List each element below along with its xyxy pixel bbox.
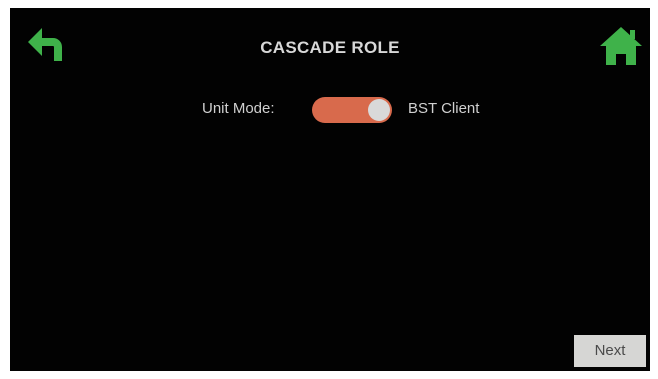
- home-button[interactable]: [598, 25, 644, 67]
- unit-mode-label: Unit Mode:: [202, 100, 275, 117]
- device-frame: CASCADE ROLE Unit Mode: BST Client Next: [0, 0, 658, 379]
- screen: CASCADE ROLE Unit Mode: BST Client Next: [10, 8, 650, 371]
- next-button[interactable]: Next: [574, 335, 646, 367]
- unit-mode-row: Unit Mode: BST Client: [10, 94, 650, 124]
- page-title: CASCADE ROLE: [260, 38, 400, 57]
- toggle-knob: [368, 99, 390, 121]
- home-icon: [600, 27, 642, 65]
- unit-mode-value: BST Client: [408, 100, 480, 117]
- unit-mode-toggle[interactable]: [312, 97, 392, 123]
